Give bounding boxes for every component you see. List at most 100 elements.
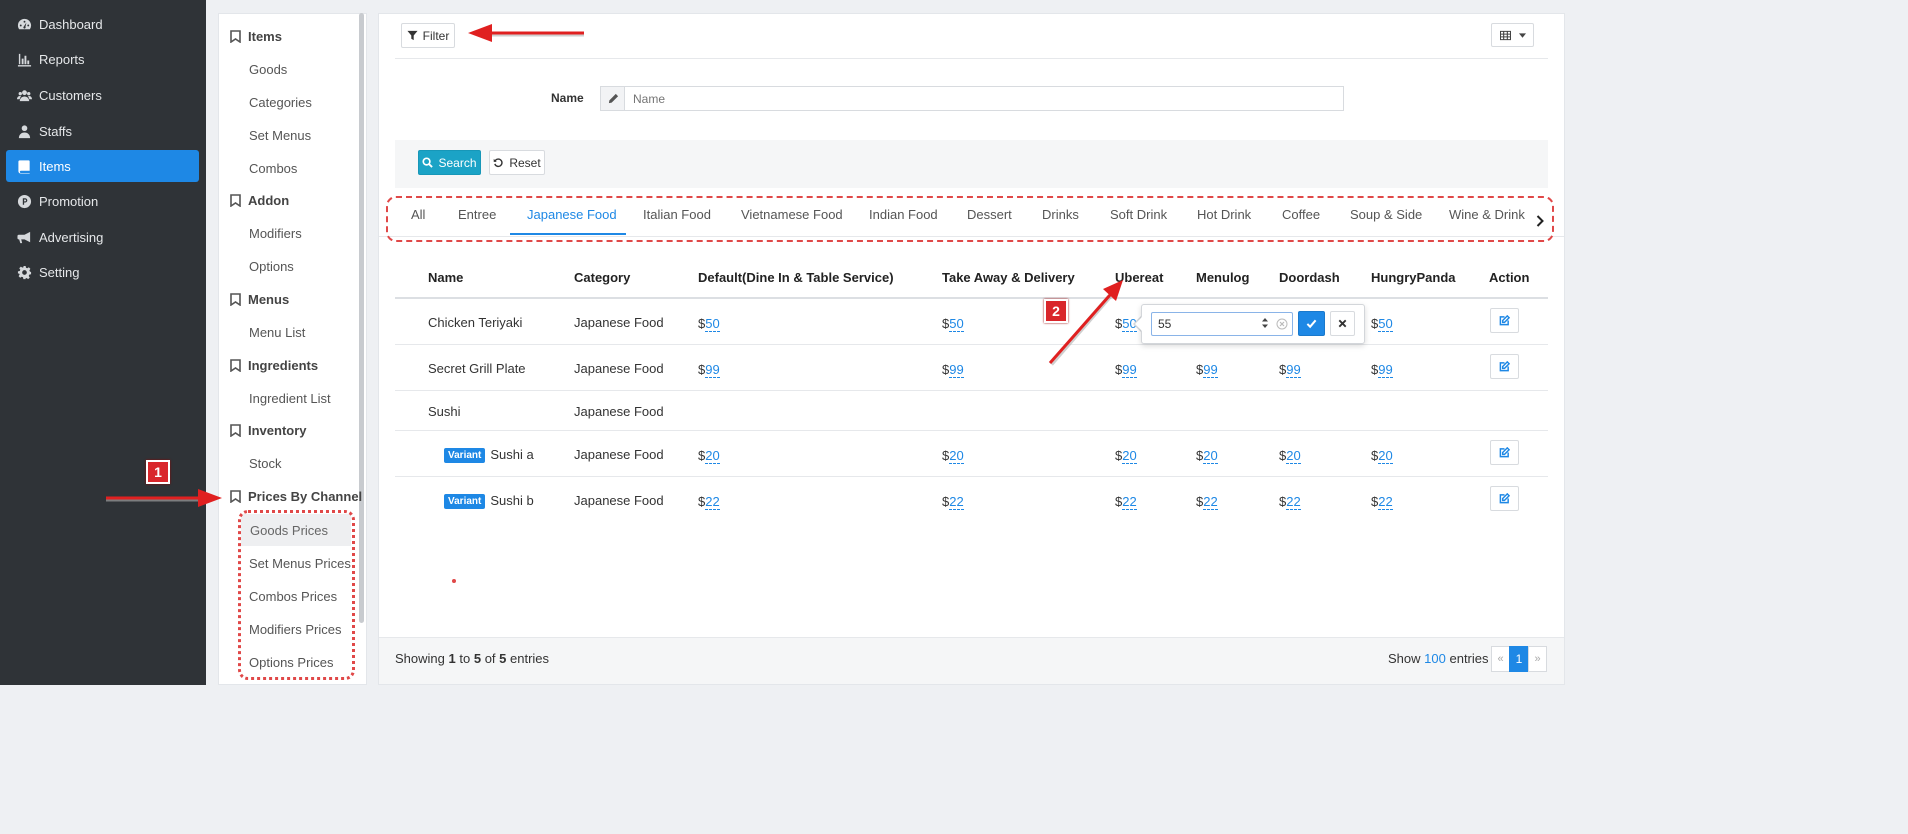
edit-button[interactable] (1490, 486, 1519, 511)
submenu-item-ingredient-list[interactable]: Ingredient List (249, 391, 331, 406)
column-toggle-button[interactable] (1491, 23, 1534, 47)
price-menulog[interactable]: $20 (1196, 448, 1218, 464)
undo-icon (494, 158, 503, 168)
price-edit-input[interactable] (1151, 312, 1293, 336)
filter-button[interactable]: Filter (401, 23, 455, 48)
next-page-button[interactable]: » (1528, 646, 1547, 672)
price-ubereat[interactable]: $20 (1115, 448, 1137, 464)
nav-item-items[interactable]: Items (6, 150, 199, 182)
nav-label: Promotion (39, 193, 99, 209)
caret-down-icon (1518, 32, 1526, 38)
cancel-edit-button[interactable] (1330, 311, 1355, 336)
row-divider (395, 344, 1548, 345)
header-category[interactable]: Category (574, 270, 630, 285)
price-take-away[interactable]: $22 (942, 494, 964, 510)
name-filter-label: Name (551, 91, 584, 105)
submenu-item-combos[interactable]: Combos (249, 161, 297, 176)
nav-item-promotion[interactable]: Promotion (6, 185, 199, 217)
page-1-button[interactable]: 1 (1509, 646, 1529, 672)
submenu-scrollbar[interactable] (359, 13, 364, 623)
clear-input-button[interactable] (1276, 318, 1288, 330)
header-default-price[interactable]: Default(Dine In & Table Service) (698, 270, 894, 285)
header-take-away[interactable]: Take Away & Delivery (942, 270, 1075, 285)
submenu-item-categories[interactable]: Categories (249, 95, 312, 110)
price-menulog[interactable]: $22 (1196, 494, 1218, 510)
submenu-section-addon: Addon (230, 193, 289, 208)
submenu-section-prices-by-channel: Prices By Channel (230, 489, 362, 504)
number-spinner[interactable] (1261, 316, 1269, 332)
price-hungrypanda[interactable]: $50 (1371, 316, 1393, 332)
nav-label: Items (39, 158, 71, 174)
header-doordash[interactable]: Doordash (1279, 270, 1340, 285)
clear-circle-icon (1276, 318, 1288, 330)
price-doordash[interactable]: $22 (1279, 494, 1301, 510)
price-doordash[interactable]: $99 (1279, 362, 1301, 378)
nav-item-staffs[interactable]: Staffs (6, 115, 199, 147)
submenu-item-stock[interactable]: Stock (249, 456, 282, 471)
header-ubereat[interactable]: Ubereat (1115, 270, 1163, 285)
submenu-item-menu-list[interactable]: Menu List (249, 325, 305, 340)
page-size-selector: Show 100 entries (1388, 651, 1489, 666)
price-take-away[interactable]: $50 (942, 316, 964, 332)
main-card (378, 13, 1565, 685)
name-input-addon (600, 86, 625, 111)
header-hungrypanda[interactable]: HungryPanda (1371, 270, 1456, 285)
pagination-summary: Showing 1 to 5 of 5 entries (395, 651, 550, 666)
bookmark-icon (230, 30, 241, 43)
gear-icon (16, 264, 32, 280)
row-category: Japanese Food (574, 361, 664, 376)
submenu-item-modifiers[interactable]: Modifiers (249, 226, 302, 241)
tabs-highlight-box (386, 196, 1554, 242)
reset-button[interactable]: Reset (489, 150, 545, 175)
confirm-edit-button[interactable] (1298, 311, 1325, 336)
row-name: Chicken Teriyaki (428, 315, 523, 330)
price-take-away[interactable]: $20 (942, 448, 964, 464)
edit-button[interactable] (1490, 308, 1519, 333)
price-take-away[interactable]: $99 (942, 362, 964, 378)
edit-icon (1499, 493, 1510, 504)
row-divider (395, 476, 1548, 477)
price-ubereat[interactable]: $22 (1115, 494, 1137, 510)
submenu-item-goods[interactable]: Goods (249, 62, 287, 77)
row-name: Sushi (428, 404, 461, 419)
edit-button[interactable] (1490, 440, 1519, 465)
promotion-p-icon (16, 193, 32, 209)
table-footer (379, 637, 1564, 684)
search-button[interactable]: Search (418, 150, 481, 175)
price-hungrypanda[interactable]: $22 (1371, 494, 1393, 510)
header-name[interactable]: Name (428, 270, 463, 285)
prev-page-button[interactable]: « (1491, 646, 1510, 672)
submenu-section-menus: Menus (230, 292, 289, 307)
close-icon (1338, 319, 1347, 328)
price-default[interactable]: $22 (698, 494, 720, 510)
page-size-link[interactable]: 100 (1424, 651, 1446, 666)
price-default[interactable]: $20 (698, 448, 720, 464)
header-action: Action (1489, 270, 1530, 285)
submenu-item-set-menus[interactable]: Set Menus (249, 128, 311, 143)
price-default[interactable]: $50 (698, 316, 720, 332)
megaphone-icon (16, 229, 32, 245)
edit-button[interactable] (1490, 354, 1519, 379)
nav-item-reports[interactable]: Reports (6, 43, 199, 75)
price-hungrypanda[interactable]: $20 (1371, 448, 1393, 464)
submenu-item-options[interactable]: Options (249, 259, 294, 274)
users-icon (16, 87, 32, 103)
row-category: Japanese Food (574, 404, 664, 419)
price-hungrypanda[interactable]: $99 (1371, 362, 1393, 378)
price-ubereat[interactable]: $99 (1115, 362, 1137, 378)
main-sidebar: Dashboard Reports Customers Staffs Items… (0, 0, 206, 685)
book-icon (16, 158, 32, 174)
header-menulog[interactable]: Menulog (1196, 270, 1249, 285)
price-default[interactable]: $99 (698, 362, 720, 378)
nav-item-advertising[interactable]: Advertising (6, 221, 199, 253)
annotation-dot (452, 579, 456, 583)
price-doordash[interactable]: $20 (1279, 448, 1301, 464)
nav-item-dashboard[interactable]: Dashboard (6, 8, 199, 40)
edit-icon (1499, 447, 1510, 458)
nav-label: Advertising (39, 229, 104, 245)
row-category: Japanese Food (574, 447, 664, 462)
nav-item-customers[interactable]: Customers (6, 79, 199, 111)
name-search-input[interactable] (624, 86, 1344, 111)
price-menulog[interactable]: $99 (1196, 362, 1218, 378)
nav-item-setting[interactable]: Setting (6, 256, 199, 288)
